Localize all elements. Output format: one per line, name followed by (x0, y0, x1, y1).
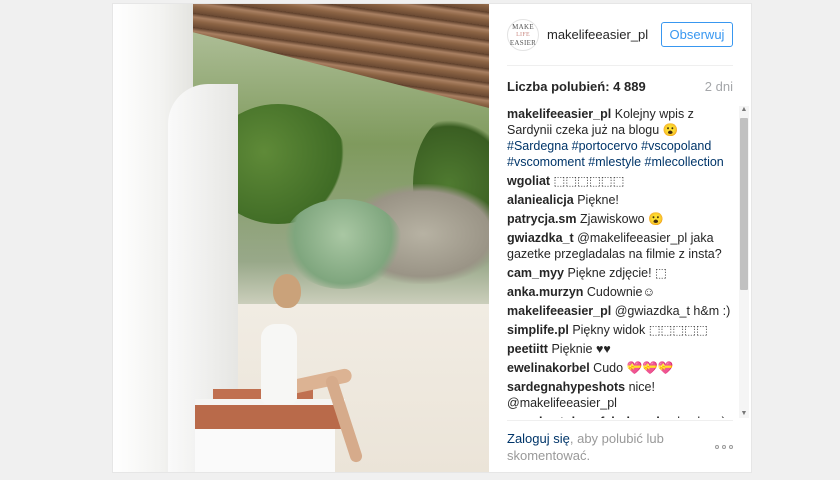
comment-text: Piękne zdjęcie! ⬚ (567, 266, 667, 280)
comment-hashtags[interactable]: #Sardegna #portocervo #vscopoland #vscom… (507, 139, 724, 169)
follow-button[interactable]: Obserwuj (661, 22, 733, 47)
comment-text: @gwiazdka_t h&m :) (614, 304, 731, 318)
scroll-down-arrow-icon[interactable]: ▼ (740, 410, 748, 418)
post-footer: Zaloguj się, aby polubić lub skomentować… (507, 420, 733, 472)
comment-text: Piękne! (577, 193, 619, 207)
comment-item: simplife.pl Piękny widok ⬚⬚⬚⬚⬚ (507, 322, 733, 338)
comment-text: Pięknie ♥♥ (551, 342, 611, 356)
comment-username[interactable]: cam_myy (507, 266, 564, 280)
comment-item: peetiitt Pięknie ♥♥ (507, 341, 733, 357)
username-link[interactable]: makelifeeasier_pl (547, 27, 648, 42)
photo-person (273, 274, 301, 308)
login-prompt: Zaloguj się, aby polubić lub skomentować… (507, 430, 687, 464)
comment-username[interactable]: gwiazdka_t (507, 231, 574, 245)
comment-text: ⬚⬚⬚⬚⬚⬚ (553, 174, 625, 188)
photo-person (261, 324, 297, 404)
more-options-icon[interactable] (715, 444, 733, 449)
comment-item: alaniealicja Piękne! (507, 192, 733, 208)
likes-count[interactable]: Liczba polubień: 4 889 (507, 79, 646, 94)
post-photo (113, 4, 489, 472)
comment-username[interactable]: wgoliat (507, 174, 550, 188)
comment-username[interactable]: patrycja.sm (507, 212, 576, 226)
comment-username[interactable]: sardegnahypeshots (507, 380, 625, 394)
scrollbar[interactable]: ▲ ▼ (739, 106, 749, 418)
comment-text: bosko :-) (677, 415, 726, 418)
comment-item: gwiazdka_t @makelifeeasier_pl jaka gazet… (507, 230, 733, 262)
comment-username[interactable]: peetiitt (507, 342, 548, 356)
comment-item: anka.murzyn Cudownie☺ (507, 284, 733, 300)
comment-text: Zjawiskowo 😮 (579, 212, 664, 226)
avatar-line: EASIER (509, 38, 537, 47)
comments-area[interactable]: makelifeeasier_pl Kolejny wpis z Sardyni… (507, 106, 749, 418)
comments-list: makelifeeasier_pl Kolejny wpis z Sardyni… (507, 106, 749, 418)
comment-text: Piękny widok ⬚⬚⬚⬚⬚ (572, 323, 708, 337)
comment-item: cam_myy Piękne zdjęcie! ⬚ (507, 265, 733, 281)
comment-text: Cudownie☺ (586, 285, 656, 299)
login-link[interactable]: Zaloguj się (507, 431, 570, 446)
avatar-line: LIFE (516, 31, 530, 38)
comment-username[interactable]: muszka_tobavefabulousday (507, 415, 674, 418)
comment-username[interactable]: simplife.pl (507, 323, 569, 337)
post-side-panel: MAKE LIFE EASIER makelifeeasier_pl Obser… (489, 4, 751, 472)
comment-item: ewelinakorbel Cudo 💝💝💝 (507, 360, 733, 376)
comment-item: makelifeeasier_pl @gwiazdka_t h&m :) (507, 303, 733, 319)
scroll-up-arrow-icon[interactable]: ▲ (740, 106, 748, 114)
comment-username[interactable]: alaniealicja (507, 193, 574, 207)
avatar-line: MAKE (512, 22, 534, 31)
post-age[interactable]: 2 dni (705, 79, 733, 94)
comment-item: wgoliat ⬚⬚⬚⬚⬚⬚ (507, 173, 733, 189)
photo-bush (283, 199, 403, 289)
photo-step (195, 429, 335, 472)
comment-text: Cudo 💝💝💝 (593, 361, 674, 375)
likes-row: Liczba polubień: 4 889 2 dni (507, 66, 733, 106)
comment-item: muszka_tobavefabulousday bosko :-) (507, 414, 733, 418)
comment-username[interactable]: anka.murzyn (507, 285, 583, 299)
scrollbar-thumb[interactable] (740, 118, 748, 290)
avatar[interactable]: MAKE LIFE EASIER (507, 18, 539, 51)
post-header: MAKE LIFE EASIER makelifeeasier_pl Obser… (507, 4, 733, 66)
comment-item: patrycja.sm Zjawiskowo 😮 (507, 211, 733, 227)
comment-username[interactable]: makelifeeasier_pl (507, 304, 611, 318)
instagram-post: MAKE LIFE EASIER makelifeeasier_pl Obser… (112, 3, 752, 473)
comment-username[interactable]: ewelinakorbel (507, 361, 590, 375)
comment-item: makelifeeasier_pl Kolejny wpis z Sardyni… (507, 106, 733, 170)
comment-username[interactable]: makelifeeasier_pl (507, 107, 611, 121)
comment-item: sardegnahypeshots nice! @makelifeeasier_… (507, 379, 733, 411)
